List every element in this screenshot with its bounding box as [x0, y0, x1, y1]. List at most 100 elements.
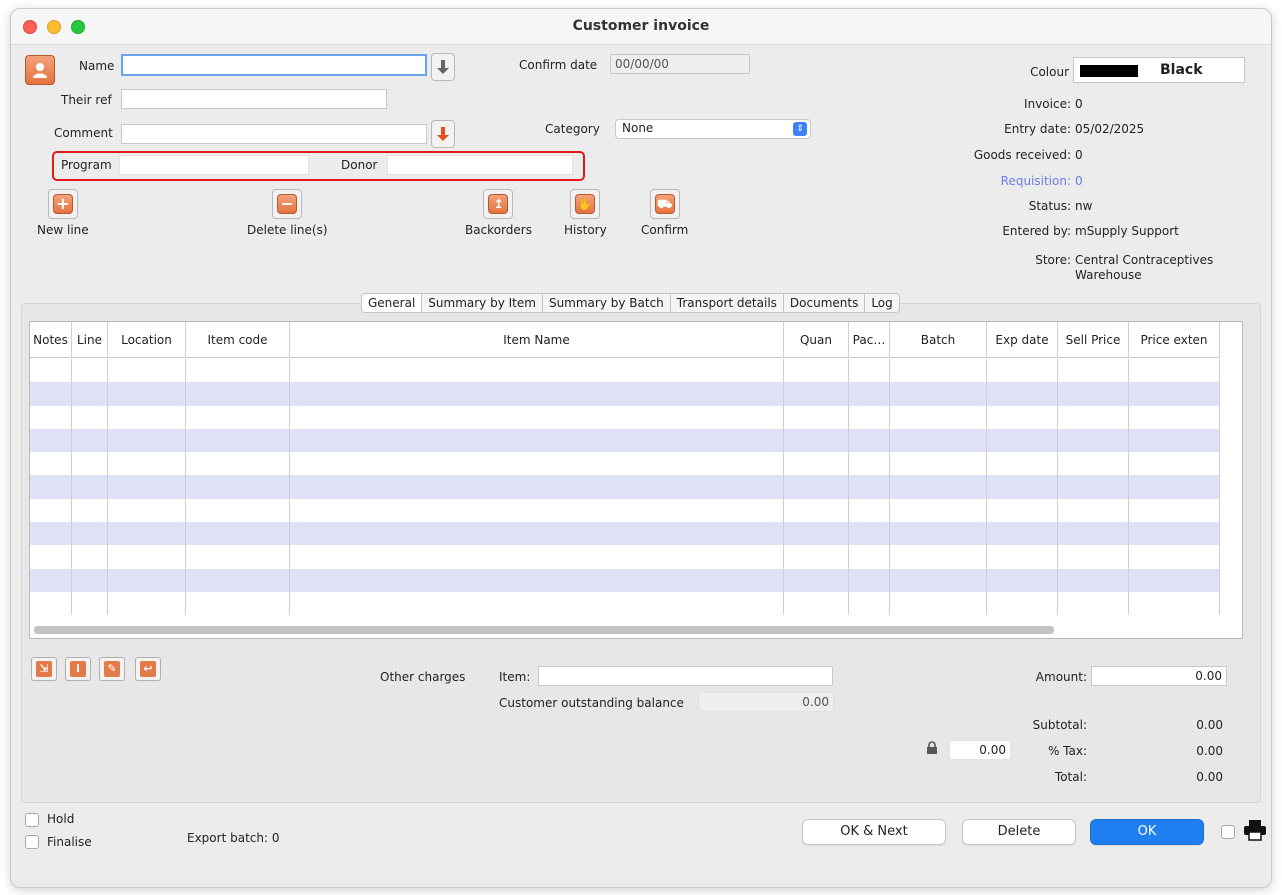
tax-label: % Tax: [1047, 744, 1087, 758]
item-label: Item: [499, 670, 531, 684]
confirm-date-label: Confirm date [519, 58, 598, 72]
entry-date-value: 05/02/2025 [1075, 122, 1145, 136]
program-field[interactable] [119, 155, 309, 175]
table-row[interactable] [30, 359, 1220, 383]
column-header-pack[interactable]: Pac… [849, 322, 890, 358]
other-charge-item-field[interactable] [538, 666, 833, 686]
minus-icon: − [277, 194, 298, 214]
backorders-label: Backorders [465, 223, 532, 237]
printer-icon[interactable] [1243, 819, 1267, 844]
backorders-icon: ↥ [488, 194, 509, 214]
status-value: nw [1075, 199, 1093, 213]
table-row[interactable] [30, 428, 1220, 453]
subtotal-label: Subtotal: [1032, 718, 1087, 732]
table-row[interactable] [30, 452, 1220, 476]
backorders-button[interactable]: ↥ Backorders [465, 189, 532, 237]
their-ref-label: Their ref [61, 93, 112, 107]
table-row[interactable] [30, 475, 1220, 499]
column-header-item-code[interactable]: Item code [186, 322, 290, 358]
delete-button[interactable]: Delete [962, 819, 1076, 845]
amount-field[interactable]: 0.00 [1091, 666, 1227, 686]
window-title: Customer invoice [572, 18, 710, 34]
history-label: History [564, 223, 607, 237]
category-select[interactable]: None ⇕ [615, 119, 811, 139]
comment-field[interactable] [121, 124, 427, 144]
tab-log[interactable]: Log [865, 294, 898, 312]
customer-invoice-window: Customer invoice Name Their ref Comment … [10, 8, 1272, 888]
other-charges-label: Other charges [380, 670, 466, 684]
tab-summary-by-item[interactable]: Summary by Item [422, 294, 543, 312]
edit-icon[interactable]: ✎ [99, 657, 125, 681]
table-row[interactable] [30, 498, 1220, 523]
delete-lines-button[interactable]: − Delete line(s) [247, 189, 328, 237]
finalise-label: Finalise [47, 835, 92, 849]
entered-by-value: mSupply Support [1075, 224, 1179, 238]
colour-value: Black [1160, 62, 1203, 78]
column-header-batch[interactable]: Batch [890, 322, 987, 358]
column-header-notes[interactable]: Notes [30, 322, 72, 358]
entry-date-label: Entry date: [1004, 122, 1071, 136]
tab-summary-by-batch[interactable]: Summary by Batch [543, 294, 671, 312]
store-label: Store: [1035, 253, 1071, 267]
column-header-sell-price[interactable]: Sell Price [1058, 322, 1129, 358]
truck-icon: ⛟ [654, 194, 675, 214]
name-field[interactable] [121, 54, 427, 76]
select-arrows-icon: ⇕ [793, 122, 807, 136]
table-row[interactable] [30, 568, 1220, 592]
ok-next-button[interactable]: OK & Next [802, 819, 946, 845]
confirm-label: Confirm [641, 223, 689, 237]
hold-checkbox[interactable] [25, 813, 39, 827]
colour-label: Colour [1030, 65, 1069, 79]
history-icon: ✋ [575, 194, 596, 214]
ok-button[interactable]: OK [1090, 819, 1204, 845]
tab-transport-details[interactable]: Transport details [671, 294, 784, 312]
tab-documents[interactable]: Documents [784, 294, 866, 312]
lock-icon[interactable] [925, 741, 939, 758]
column-header-quantity[interactable]: Quan [784, 322, 849, 358]
tax-rate-field[interactable]: 0.00 [949, 740, 1011, 760]
return-icon[interactable]: ↩ [135, 657, 161, 681]
table-row[interactable] [30, 522, 1220, 546]
colour-select[interactable]: Black [1073, 57, 1245, 83]
column-header-exp-date[interactable]: Exp date [987, 322, 1058, 358]
tax-value: 0.00 [1196, 744, 1223, 758]
outstanding-balance-label: Customer outstanding balance [499, 696, 684, 710]
table-row[interactable] [30, 382, 1220, 406]
requisition-label[interactable]: Requisition: [951, 174, 1071, 188]
total-label: Total: [1054, 770, 1087, 784]
outstanding-balance-value: 0.00 [698, 692, 834, 712]
table-row[interactable] [30, 405, 1220, 429]
new-line-button[interactable]: + New line [37, 189, 89, 237]
amount-label: Amount: [1035, 670, 1087, 684]
column-header-line[interactable]: Line [72, 322, 108, 358]
invoice-lines-table[interactable]: Notes Line Location Item code Item Name … [29, 321, 1243, 639]
person-icon-button[interactable] [25, 55, 55, 85]
store-value-line1: Central Contraceptives [1075, 253, 1214, 267]
status-label: Status: [1028, 199, 1071, 213]
confirm-button[interactable]: ⛟ Confirm [641, 189, 688, 237]
info-icon[interactable]: i [65, 657, 91, 681]
finalise-checkbox[interactable] [25, 835, 39, 849]
category-value: None [622, 121, 654, 135]
table-body [30, 359, 1220, 616]
horizontal-scrollbar[interactable] [34, 626, 1054, 634]
comment-lookup-button[interactable] [431, 120, 455, 148]
column-header-location[interactable]: Location [108, 322, 186, 358]
tab-general[interactable]: General [362, 294, 423, 312]
column-header-price-extension[interactable]: Price exten [1129, 322, 1220, 358]
name-lookup-button[interactable] [431, 53, 455, 81]
print-checkbox[interactable] [1221, 825, 1235, 839]
table-row[interactable] [30, 545, 1220, 569]
requisition-value[interactable]: 0 [1075, 174, 1083, 188]
goods-received-value: 0 [1075, 148, 1083, 162]
add-item-icon[interactable]: ⇲ [31, 657, 57, 681]
donor-field[interactable] [387, 155, 573, 175]
confirm-date-field: 00/00/00 [610, 54, 750, 74]
their-ref-field[interactable] [121, 89, 387, 109]
table-row[interactable] [30, 591, 1220, 616]
goods-received-label: Goods received: [973, 148, 1071, 162]
history-button[interactable]: ✋ History [564, 189, 607, 237]
store-value-line2: Warehouse [1075, 268, 1142, 282]
total-value: 0.00 [1196, 770, 1223, 784]
column-header-item-name[interactable]: Item Name [290, 322, 784, 358]
